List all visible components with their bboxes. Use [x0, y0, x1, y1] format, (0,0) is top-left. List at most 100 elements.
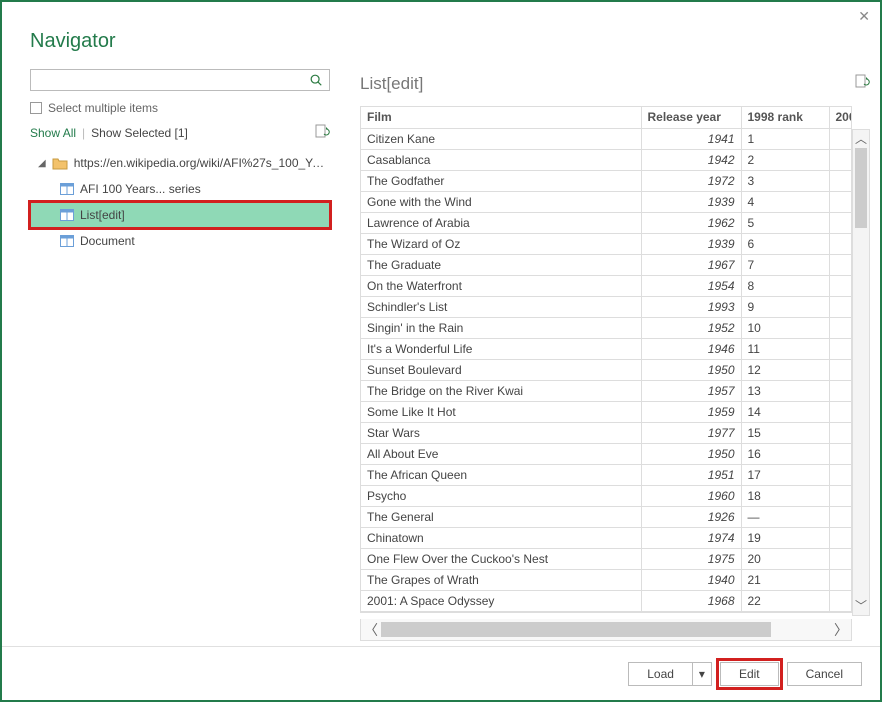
table-row[interactable]: On the Waterfront19548: [361, 275, 852, 296]
cell-extra: [829, 170, 852, 191]
cell-rank: 8: [741, 275, 829, 296]
cell-rank: 11: [741, 338, 829, 359]
tree-root-node[interactable]: ◢ https://en.wikipedia.org/wiki/AFI%27s_…: [30, 150, 330, 176]
cell-film: Psycho: [361, 485, 641, 506]
table-row[interactable]: Lawrence of Arabia19625: [361, 212, 852, 233]
table-row[interactable]: Some Like It Hot195914: [361, 401, 852, 422]
cell-year: 1957: [641, 380, 741, 401]
table-row[interactable]: The General1926—: [361, 506, 852, 527]
collapse-icon[interactable]: ◢: [38, 158, 46, 169]
cell-rank: 9: [741, 296, 829, 317]
cell-rank: 10: [741, 317, 829, 338]
cancel-button[interactable]: Cancel: [787, 662, 862, 686]
cell-extra: [829, 233, 852, 254]
table-row[interactable]: One Flew Over the Cuckoo's Nest197520: [361, 548, 852, 569]
scroll-thumb[interactable]: [855, 148, 867, 228]
cell-year: 1940: [641, 569, 741, 590]
select-multiple-label: Select multiple items: [48, 101, 158, 115]
table-row[interactable]: The Wizard of Oz19396: [361, 233, 852, 254]
cell-year: 1952: [641, 317, 741, 338]
separator: |: [82, 126, 85, 140]
cell-film: Gone with the Wind: [361, 191, 641, 212]
cell-extra: [829, 338, 852, 359]
select-multiple-row[interactable]: Select multiple items: [30, 101, 330, 115]
load-dropdown-icon[interactable]: ▾: [692, 662, 712, 686]
refresh-preview-icon[interactable]: [854, 73, 870, 94]
vertical-scrollbar[interactable]: ︿ ﹀: [852, 129, 870, 616]
table-row[interactable]: The Godfather19723: [361, 170, 852, 191]
table-row[interactable]: Sunset Boulevard195012: [361, 359, 852, 380]
scroll-left-icon[interactable]: 〈: [361, 620, 381, 640]
cell-extra: [829, 296, 852, 317]
search-box[interactable]: [30, 69, 330, 91]
col-header[interactable]: 200: [829, 107, 852, 128]
checkbox-icon[interactable]: [30, 102, 42, 114]
cell-year: 1974: [641, 527, 741, 548]
tree-item-label: List[edit]: [80, 208, 125, 222]
cell-rank: 5: [741, 212, 829, 233]
cell-extra: [829, 149, 852, 170]
col-header[interactable]: 1998 rank: [741, 107, 829, 128]
search-input[interactable]: [37, 71, 309, 89]
table-row[interactable]: Chinatown197419: [361, 527, 852, 548]
load-button[interactable]: Load: [628, 662, 692, 686]
cell-film: One Flew Over the Cuckoo's Nest: [361, 548, 641, 569]
nav-tree: ◢ https://en.wikipedia.org/wiki/AFI%27s_…: [30, 150, 330, 254]
table-row[interactable]: 2001: A Space Odyssey196822: [361, 590, 852, 611]
table-icon: [60, 209, 74, 221]
scroll-up-icon[interactable]: ︿: [855, 130, 867, 148]
cell-film: The Graduate: [361, 254, 641, 275]
cell-year: 1972: [641, 170, 741, 191]
cell-film: Sunset Boulevard: [361, 359, 641, 380]
cell-rank: 13: [741, 380, 829, 401]
table-row[interactable]: The Grapes of Wrath194021: [361, 569, 852, 590]
table-row[interactable]: All About Eve195016: [361, 443, 852, 464]
refresh-icon[interactable]: [314, 123, 330, 142]
tree-item-selected[interactable]: List[edit]: [30, 202, 330, 228]
tree-item[interactable]: Document: [30, 228, 330, 254]
tree-item[interactable]: AFI 100 Years... series: [30, 176, 330, 202]
scroll-right-icon[interactable]: 〉: [831, 620, 851, 640]
close-icon[interactable]: ✕: [858, 8, 870, 25]
table-row[interactable]: Gone with the Wind19394: [361, 191, 852, 212]
col-header[interactable]: Film: [361, 107, 641, 128]
cell-rank: 21: [741, 569, 829, 590]
table-row[interactable]: It's a Wonderful Life194611: [361, 338, 852, 359]
cell-rank: 2: [741, 149, 829, 170]
table-row[interactable]: Citizen Kane19411: [361, 128, 852, 149]
cell-film: Singin' in the Rain: [361, 317, 641, 338]
cell-rank: 19: [741, 527, 829, 548]
cell-extra: [829, 359, 852, 380]
cell-extra: [829, 128, 852, 149]
cell-year: 1942: [641, 149, 741, 170]
edit-button[interactable]: Edit: [720, 662, 779, 686]
cell-film: It's a Wonderful Life: [361, 338, 641, 359]
table-row[interactable]: Casablanca19422: [361, 149, 852, 170]
load-split-button[interactable]: Load ▾: [628, 662, 712, 686]
preview-panel: List[edit] Film Release year 1998 rank: [360, 69, 870, 641]
table-row[interactable]: Psycho196018: [361, 485, 852, 506]
col-header[interactable]: Release year: [641, 107, 741, 128]
horizontal-scrollbar[interactable]: 〈 〉: [360, 619, 852, 641]
scroll-thumb[interactable]: [381, 622, 771, 637]
scroll-down-icon[interactable]: ﹀: [855, 597, 867, 615]
navigator-panel: Select multiple items Show All | Show Se…: [30, 69, 330, 641]
cell-extra: [829, 254, 852, 275]
table-row[interactable]: The Bridge on the River Kwai195713: [361, 380, 852, 401]
cell-extra: [829, 590, 852, 611]
table-row[interactable]: Star Wars197715: [361, 422, 852, 443]
cell-rank: 1: [741, 128, 829, 149]
show-selected-link[interactable]: Show Selected [1]: [91, 126, 188, 140]
scroll-track[interactable]: [853, 148, 869, 597]
dialog-footer: Load ▾ Edit Cancel: [2, 646, 880, 700]
scroll-track[interactable]: [381, 619, 831, 640]
cell-year: 1954: [641, 275, 741, 296]
show-all-link[interactable]: Show All: [30, 126, 76, 140]
table-row[interactable]: The Graduate19677: [361, 254, 852, 275]
table-row[interactable]: Schindler's List19939: [361, 296, 852, 317]
cell-extra: [829, 422, 852, 443]
table-row[interactable]: Singin' in the Rain195210: [361, 317, 852, 338]
cell-rank: 22: [741, 590, 829, 611]
table-row[interactable]: The African Queen195117: [361, 464, 852, 485]
search-icon[interactable]: [309, 73, 323, 87]
